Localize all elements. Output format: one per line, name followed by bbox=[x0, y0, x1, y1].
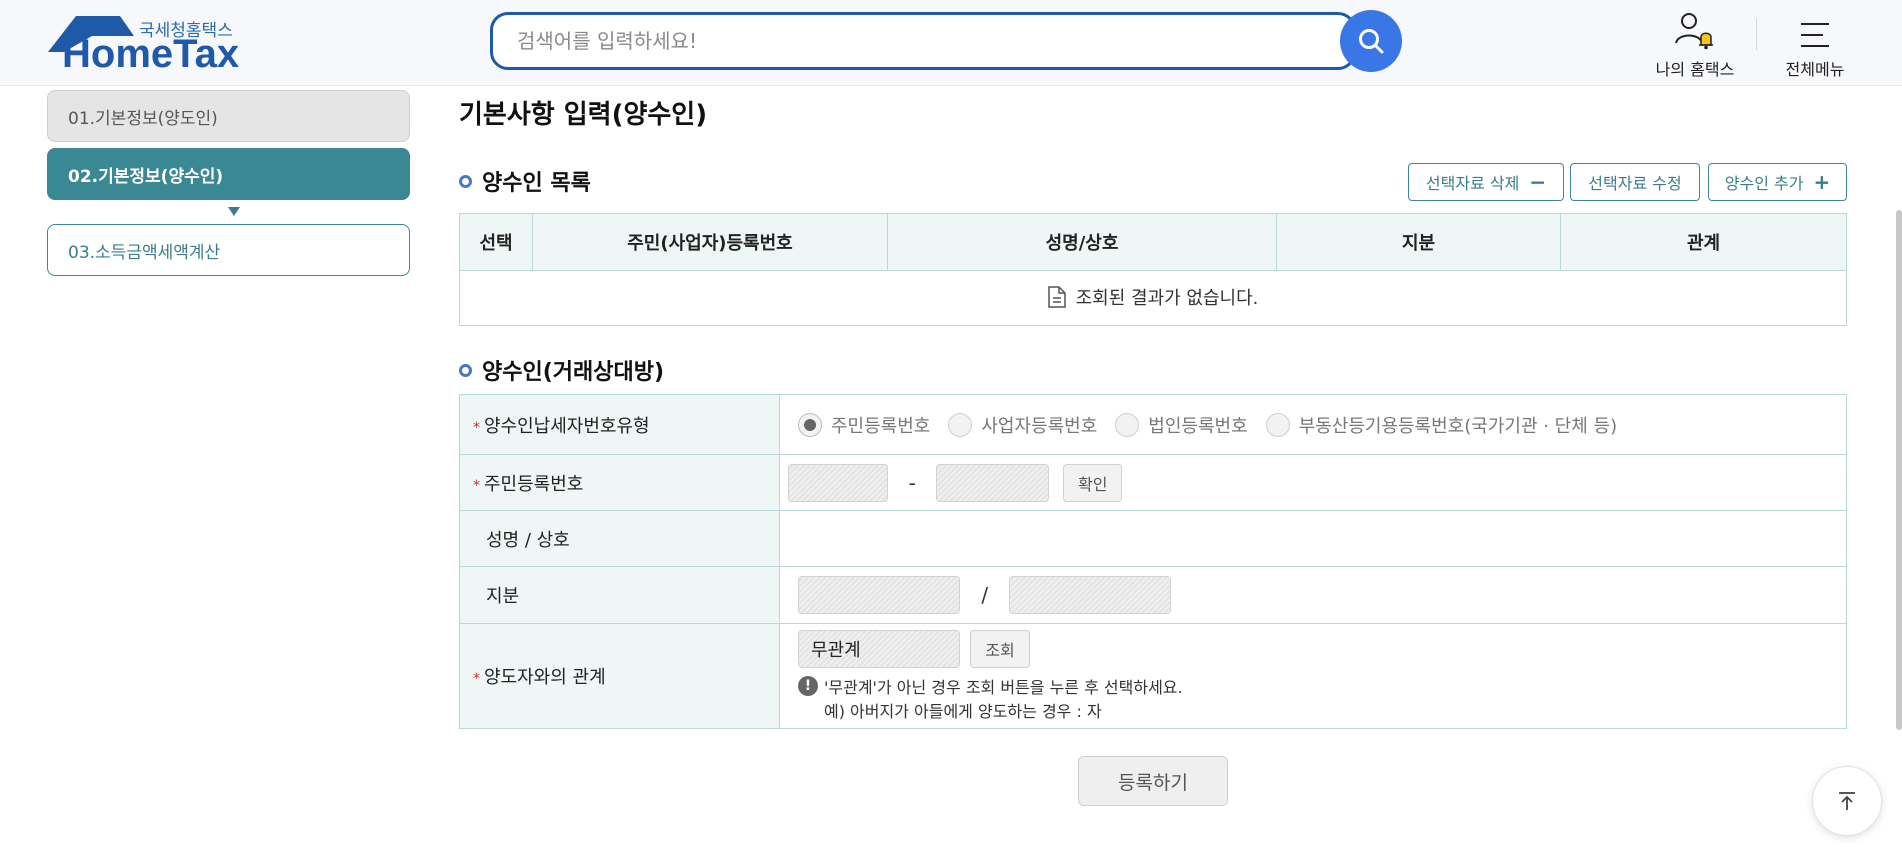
resident-number-input-cell: - 확인 bbox=[779, 454, 1847, 511]
share-denominator-input[interactable] bbox=[1009, 576, 1172, 614]
radio-business-number-label: 사업자등록번호 bbox=[981, 415, 1098, 437]
add-buyer-label: 양수인 추가 bbox=[1724, 174, 1804, 193]
table-row-empty: 조회된 결과가 없습니다. bbox=[459, 270, 1847, 326]
buyer-form-section-title: 양수인(거래상대방) bbox=[459, 354, 664, 386]
plus-icon: + bbox=[1813, 170, 1831, 194]
all-menu-button[interactable]: 전체메뉴 bbox=[1770, 8, 1860, 79]
delete-selected-label: 선택자료 삭제 bbox=[1425, 174, 1520, 193]
buyer-list-title-text: 양수인 목록 bbox=[482, 171, 591, 196]
buyer-form-title-text: 양수인(거래상대방) bbox=[482, 360, 665, 385]
step-02-buyer-info[interactable]: 02.기본정보(양수인) bbox=[47, 148, 410, 200]
empty-result-text: 조회된 결과가 없습니다. bbox=[1075, 287, 1259, 309]
form-row-relation: * 양도자와의 관계 무관계 조회 ! '무관계'가 아닌 경우 조회 버튼을 누… bbox=[459, 623, 1847, 729]
radio-real-estate-number[interactable]: 부동산등기용등록번호(국가기관 · 단체 등) bbox=[1265, 412, 1618, 438]
search-icon bbox=[1359, 29, 1384, 54]
exclamation-icon: ! bbox=[798, 676, 818, 696]
my-hometax-button[interactable]: 나의 홈택스 bbox=[1640, 8, 1750, 79]
arrow-up-icon bbox=[1839, 792, 1855, 810]
resident-number-front-input[interactable] bbox=[788, 463, 888, 502]
section-bullet-icon bbox=[459, 174, 472, 188]
id-type-options-cell: 주민등록번호 사업자등록번호 법인등록번호 부동산등기용등록번호(국가기관 · … bbox=[779, 394, 1847, 455]
search-bar bbox=[490, 10, 1402, 72]
name-value-cell bbox=[779, 510, 1847, 567]
share-label: 지분 bbox=[486, 586, 520, 607]
search-input[interactable] bbox=[490, 12, 1356, 70]
hamburger-menu-icon bbox=[1801, 23, 1829, 47]
id-type-label-cell: * 양수인납세자번호유형 bbox=[459, 394, 780, 455]
radio-business-number[interactable]: 사업자등록번호 bbox=[948, 412, 1097, 438]
section-bullet-icon bbox=[459, 363, 472, 377]
my-hometax-label: 나의 홈택스 bbox=[1655, 60, 1735, 79]
column-header-name: 성명/상호 bbox=[887, 213, 1277, 271]
modify-selected-label: 선택자료 수정 bbox=[1588, 174, 1682, 193]
buyer-list-section-title: 양수인 목록 bbox=[459, 165, 591, 197]
share-numerator-input[interactable] bbox=[798, 576, 960, 614]
table-header-row: 선택 주민(사업자)등록번호 성명/상호 지분 관계 bbox=[459, 213, 1847, 271]
name-label-cell: 성명 / 상호 bbox=[459, 510, 780, 567]
relation-lookup-button[interactable]: 조회 bbox=[970, 630, 1030, 668]
delete-selected-button[interactable]: 선택자료 삭제 − bbox=[1408, 163, 1564, 201]
page-title: 기본사항 입력(양수인) bbox=[459, 100, 708, 130]
step-arrow-down-icon bbox=[228, 207, 240, 216]
resident-number-dash: - bbox=[908, 470, 916, 495]
header-divider bbox=[1756, 18, 1757, 50]
relation-value-field[interactable]: 무관계 bbox=[798, 630, 960, 668]
search-button[interactable] bbox=[1340, 10, 1402, 72]
relation-label: 양도자와의 관계 bbox=[484, 667, 606, 688]
top-header: 국세청홈택스 HomeTax 나의 홈택스 bbox=[0, 0, 1902, 86]
document-icon bbox=[1047, 285, 1066, 308]
relation-notice-line-1: '무관계'가 아닌 경우 조회 버튼을 누른 후 선택하세요. bbox=[824, 678, 1183, 697]
step-01-seller-info[interactable]: 01.기본정보(양도인) bbox=[47, 90, 410, 142]
radio-corporate-number-label: 법인등록번호 bbox=[1148, 415, 1248, 437]
minus-icon: − bbox=[1529, 170, 1547, 194]
buyer-list-table: 선택 주민(사업자)등록번호 성명/상호 지분 관계 조회된 결과가 없습니다. bbox=[459, 213, 1847, 326]
page-scrollbar[interactable] bbox=[1896, 210, 1902, 730]
form-row-share: 지분 / bbox=[459, 566, 1847, 624]
radio-resident-number-label: 주민등록번호 bbox=[831, 415, 931, 437]
form-row-id-type: * 양수인납세자번호유형 주민등록번호 사업자등록번호 법인등록번호 부동산등기… bbox=[459, 394, 1847, 455]
radio-selected-icon bbox=[798, 412, 822, 437]
add-buyer-button[interactable]: 양수인 추가 + bbox=[1708, 163, 1847, 201]
radio-real-estate-number-label: 부동산등기용등록번호(국가기관 · 단체 등) bbox=[1298, 415, 1618, 437]
resident-number-label-cell: * 주민등록번호 bbox=[459, 454, 780, 511]
column-header-registration-number: 주민(사업자)등록번호 bbox=[532, 213, 888, 271]
scroll-to-top-button[interactable] bbox=[1812, 766, 1882, 836]
form-row-name: 성명 / 상호 bbox=[459, 510, 1847, 567]
column-header-select: 선택 bbox=[459, 213, 533, 271]
required-mark: * bbox=[473, 477, 480, 494]
share-label-cell: 지분 bbox=[459, 566, 780, 624]
user-bell-icon bbox=[1675, 13, 1713, 50]
resident-number-label: 주민등록번호 bbox=[484, 473, 584, 495]
radio-resident-number[interactable]: 주민등록번호 bbox=[798, 412, 930, 438]
buyer-form-table: * 양수인납세자번호유형 주민등록번호 사업자등록번호 법인등록번호 부동산등기… bbox=[459, 394, 1847, 729]
step-03-tax-calculation[interactable]: 03.소득금액세액계산 bbox=[47, 224, 410, 276]
radio-unselected-icon bbox=[1265, 412, 1290, 437]
relation-notice-line-2: 예) 아버지가 아들에게 양도하는 경우 : 자 bbox=[824, 702, 1102, 721]
hometax-logo[interactable]: 국세청홈택스 HomeTax bbox=[46, 14, 240, 76]
column-header-share: 지분 bbox=[1276, 213, 1561, 271]
logo-wordmark: HomeTax bbox=[62, 32, 240, 76]
name-label: 성명 / 상호 bbox=[486, 529, 570, 551]
relation-notice: ! '무관계'가 아닌 경우 조회 버튼을 누른 후 선택하세요. 예) 아버지… bbox=[798, 674, 1846, 722]
form-row-resident-number: * 주민등록번호 - 확인 bbox=[459, 454, 1847, 511]
share-input-cell: / bbox=[779, 566, 1847, 624]
share-slash: / bbox=[981, 583, 989, 607]
empty-result-cell: 조회된 결과가 없습니다. bbox=[459, 270, 1847, 326]
relation-input-cell: 무관계 조회 ! '무관계'가 아닌 경우 조회 버튼을 누른 후 선택하세요.… bbox=[779, 623, 1847, 729]
radio-corporate-number[interactable]: 법인등록번호 bbox=[1115, 412, 1248, 438]
id-type-radio-group: 주민등록번호 사업자등록번호 법인등록번호 부동산등기용등록번호(국가기관 · … bbox=[780, 412, 1846, 438]
required-mark: * bbox=[473, 419, 480, 436]
radio-unselected-icon bbox=[948, 412, 973, 437]
radio-unselected-icon bbox=[1115, 412, 1140, 437]
required-mark: * bbox=[473, 671, 480, 687]
modify-selected-button[interactable]: 선택자료 수정 bbox=[1570, 163, 1700, 201]
confirm-button[interactable]: 확인 bbox=[1063, 463, 1123, 502]
id-type-label: 양수인납세자번호유형 bbox=[484, 415, 650, 437]
column-header-relation: 관계 bbox=[1560, 213, 1847, 271]
all-menu-label: 전체메뉴 bbox=[1785, 60, 1845, 79]
relation-label-cell: * 양도자와의 관계 bbox=[459, 623, 780, 729]
resident-number-back-input[interactable] bbox=[936, 463, 1050, 502]
register-button[interactable]: 등록하기 bbox=[1078, 756, 1228, 806]
